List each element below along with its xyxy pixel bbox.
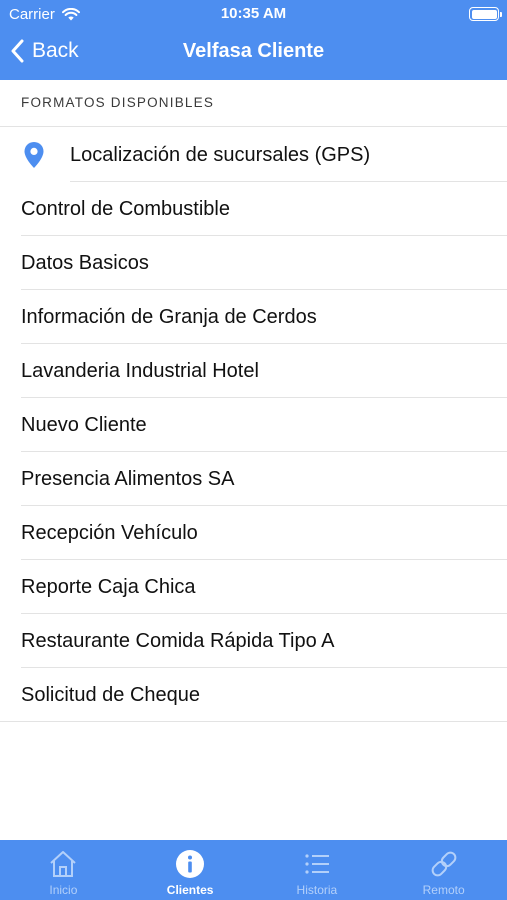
tab-label: Historia [296, 883, 338, 897]
tab-label: Clientes [166, 883, 214, 897]
header: Carrier 10:35 AM Back Velfasa Cliente [0, 0, 507, 80]
list-item-gps[interactable]: Localización de sucursales (GPS) [0, 128, 507, 182]
list-item-label: Lavanderia Industrial Hotel [21, 359, 259, 382]
list-item[interactable]: Reporte Caja Chica [0, 560, 507, 614]
link-icon [428, 848, 460, 880]
list-item-label: Nuevo Cliente [21, 413, 147, 436]
list-item-label: Control de Combustible [21, 197, 230, 220]
list-item[interactable]: Solicitud de Cheque [0, 668, 507, 722]
list-item[interactable]: Información de Granja de Cerdos [0, 290, 507, 344]
tab-clientes[interactable]: Clientes [127, 840, 254, 900]
location-pin-icon [0, 141, 70, 169]
list-item[interactable]: Presencia Alimentos SA [0, 452, 507, 506]
list-item[interactable]: Restaurante Comida Rápida Tipo A [0, 614, 507, 668]
section-header-label: FORMATOS DISPONIBLES [21, 95, 215, 110]
tab-bar: Inicio Clientes Historia Remoto [0, 840, 507, 900]
formats-list: Localización de sucursales (GPS) Control… [0, 128, 507, 722]
list-item-label: Restaurante Comida Rápida Tipo A [21, 629, 335, 652]
battery-icon [469, 7, 502, 21]
list-item-label: Solicitud de Cheque [21, 683, 201, 706]
list-item[interactable]: Nuevo Cliente [0, 398, 507, 452]
navigation-bar: Back Velfasa Cliente [0, 30, 507, 74]
list-icon [303, 848, 331, 880]
list-item[interactable]: Recepción Vehículo [0, 506, 507, 560]
list-item-label: Presencia Alimentos SA [21, 467, 235, 490]
info-icon [175, 848, 205, 880]
tab-historia[interactable]: Historia [254, 840, 381, 900]
list-item[interactable]: Lavanderia Industrial Hotel [0, 344, 507, 398]
tab-label: Remoto [422, 883, 465, 897]
list-item-label: Reporte Caja Chica [21, 575, 196, 598]
tab-remoto[interactable]: Remoto [380, 840, 507, 900]
list-item-label: Recepción Vehículo [21, 521, 198, 544]
list-item[interactable]: Datos Basicos [0, 236, 507, 290]
tab-inicio[interactable]: Inicio [0, 840, 127, 900]
home-icon [48, 848, 78, 880]
status-time: 10:35 AM [220, 5, 287, 22]
list-item-label: Datos Basicos [21, 251, 149, 274]
list-item[interactable]: Control de Combustible [0, 182, 507, 236]
section-header: FORMATOS DISPONIBLES [0, 80, 507, 127]
status-bar: Carrier 10:35 AM [0, 0, 507, 28]
list-item-label: Información de Granja de Cerdos [21, 305, 317, 328]
tab-label: Inicio [49, 883, 78, 897]
page-title: Velfasa Cliente [182, 40, 325, 62]
list-item-label: Localización de sucursales (GPS) [70, 143, 371, 166]
